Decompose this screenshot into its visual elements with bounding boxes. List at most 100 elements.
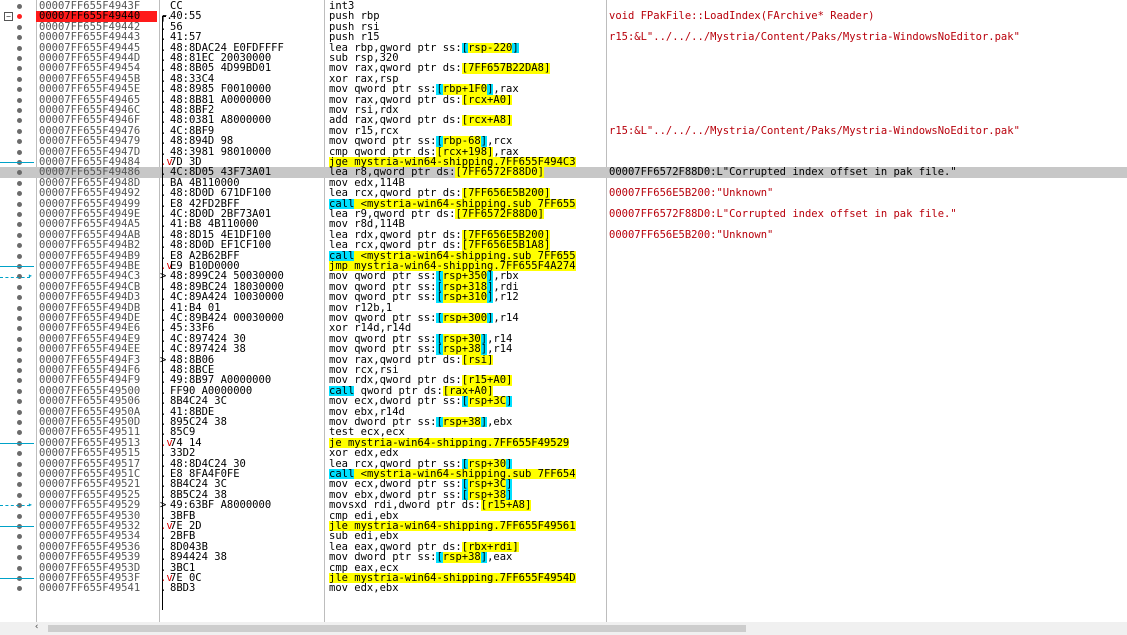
instruction[interactable]: lea eax,qword ptr ds:[rbx+rdi] <box>329 541 607 553</box>
line-dot-icon[interactable] <box>17 180 22 186</box>
line-dot-icon[interactable] <box>17 295 22 301</box>
line-dot-icon[interactable] <box>17 87 22 93</box>
instruction[interactable]: mov r15,rcx <box>329 126 607 136</box>
line-dot-icon[interactable] <box>17 399 22 405</box>
line-dot-icon[interactable] <box>17 420 22 425</box>
gutter[interactable] <box>0 386 36 396</box>
line-dot-icon[interactable] <box>17 544 22 550</box>
instruction[interactable]: call qword ptr ds:[rax+A0] <box>329 385 607 397</box>
instruction[interactable]: mov ecx,dword ptr ss:[rsp+3C] <box>329 479 607 490</box>
instruction[interactable]: mov qword ptr ss:[rsp+30],r14 <box>329 333 607 345</box>
line-dot-icon[interactable] <box>17 482 22 488</box>
instruction[interactable]: lea rcx,qword ptr ds:[7FF656E5B1A8] <box>329 240 607 251</box>
line-dot-icon[interactable] <box>17 316 22 321</box>
line-dot-icon[interactable] <box>17 430 22 436</box>
instruction[interactable]: mov r8d,114B <box>329 219 607 229</box>
line-dot-icon[interactable] <box>17 191 22 197</box>
gutter[interactable] <box>0 563 36 573</box>
instruction[interactable]: jge mystria-win64-shipping.7FF655F494C3 <box>329 157 607 168</box>
line-dot-icon[interactable] <box>17 368 22 373</box>
line-dot-icon[interactable] <box>17 76 22 82</box>
gutter[interactable] <box>0 74 36 84</box>
instruction[interactable]: test ecx,ecx <box>329 427 607 437</box>
line-dot-icon[interactable] <box>17 388 22 394</box>
line-dot-icon[interactable] <box>17 347 22 353</box>
line-dot-icon[interactable] <box>17 118 22 124</box>
gutter[interactable] <box>0 282 36 292</box>
gutter[interactable] <box>0 396 36 406</box>
instruction[interactable]: sub edi,ebx <box>329 531 607 541</box>
gutter[interactable] <box>0 417 36 427</box>
gutter[interactable] <box>0 313 36 323</box>
instruction[interactable]: sub rsp,320 <box>329 53 607 63</box>
gutter[interactable] <box>0 219 36 229</box>
horizontal-scrollbar[interactable]: ‹ <box>0 622 1127 635</box>
instruction[interactable]: cmp qword ptr ds:[rcx+198],rax <box>329 146 607 157</box>
gutter[interactable] <box>0 303 36 313</box>
line-dot-icon[interactable] <box>17 108 22 113</box>
disassembly-view[interactable]: 00007FF655F4943F CC int3−00007FF655F49440 ┌… <box>0 0 1127 622</box>
line-dot-icon[interactable] <box>17 128 22 134</box>
breakpoint-icon[interactable] <box>17 14 22 20</box>
instruction[interactable]: cmp edi,ebx <box>329 511 607 521</box>
gutter[interactable] <box>0 105 36 115</box>
line-dot-icon[interactable] <box>17 534 22 540</box>
gutter[interactable] <box>0 344 36 354</box>
instruction[interactable]: mov rsi,rdx <box>329 105 607 115</box>
instruction[interactable]: mov rdx,qword ptr ds:[r15+A0] <box>329 375 607 386</box>
line-dot-icon[interactable] <box>17 451 22 457</box>
instruction[interactable]: lea r8,qword ptr ds:[7FF6572F88D0] <box>329 167 607 178</box>
instruction[interactable]: mov dword ptr ss:[rsp+38],ebx <box>329 417 607 428</box>
gutter[interactable] <box>0 490 36 500</box>
gutter[interactable] <box>0 531 36 541</box>
line-dot-icon[interactable] <box>17 326 22 332</box>
gutter[interactable] <box>0 573 36 583</box>
instruction[interactable]: cmp eax,ecx <box>329 563 607 573</box>
line-dot-icon[interactable] <box>17 97 22 103</box>
instruction[interactable]: mov ebx,r14d <box>329 407 607 417</box>
gutter[interactable] <box>0 126 36 136</box>
line-dot-icon[interactable] <box>17 139 22 145</box>
instruction[interactable]: mov qword ptr ss:[rsp+350],rbx <box>329 271 607 282</box>
gutter[interactable] <box>0 261 36 271</box>
line-dot-icon[interactable] <box>17 243 22 249</box>
instruction[interactable]: mov r12b,1 <box>329 303 607 313</box>
line-dot-icon[interactable] <box>17 4 22 9</box>
line-dot-icon[interactable] <box>17 35 22 41</box>
line-dot-icon[interactable] <box>17 232 22 238</box>
instruction[interactable]: call <mystria-win64-shipping.sub_7FF655 <box>329 250 607 261</box>
line-dot-icon[interactable] <box>17 201 22 207</box>
instruction[interactable]: jle mystria-win64-shipping.7FF655F4954D <box>329 573 607 584</box>
scrollbar-thumb[interactable] <box>48 625 746 632</box>
gutter[interactable] <box>0 511 36 521</box>
instruction[interactable]: call <mystria-win64-shipping.sub_7FF654 <box>329 469 607 480</box>
line-dot-icon[interactable] <box>17 555 22 561</box>
instruction[interactable]: mov qword ptr ss:[rsp+300],r14 <box>329 313 607 324</box>
instruction[interactable]: mov rcx,rsi <box>329 365 607 375</box>
gutter[interactable] <box>0 448 36 458</box>
line-dot-icon[interactable] <box>17 492 22 498</box>
gutter[interactable] <box>0 157 36 167</box>
line-dot-icon[interactable] <box>17 212 22 217</box>
instruction[interactable]: call <mystria-win64-shipping.sub_7FF655 <box>329 198 607 209</box>
gutter[interactable] <box>0 53 36 63</box>
gutter[interactable] <box>0 167 36 177</box>
gutter[interactable] <box>0 542 36 552</box>
instruction[interactable]: add rax,qword ptr ds:[rcx+A8] <box>329 115 607 126</box>
gutter[interactable] <box>0 1 36 11</box>
gutter[interactable] <box>0 479 36 489</box>
address[interactable]: 00007FF655F49541 <box>36 583 157 594</box>
gutter[interactable] <box>0 209 36 219</box>
instruction[interactable]: lea rbp,qword ptr ss:[rsp-220] <box>329 42 607 53</box>
line-dot-icon[interactable] <box>17 170 22 176</box>
instruction[interactable]: mov qword ptr ss:[rsp+38],r14 <box>329 344 607 355</box>
line-dot-icon[interactable] <box>17 45 22 51</box>
gutter[interactable] <box>0 521 36 531</box>
instruction[interactable]: mov edx,114B <box>329 178 607 188</box>
instruction[interactable]: push rbp <box>329 11 607 21</box>
gutter[interactable] <box>0 188 36 198</box>
instruction[interactable]: je mystria-win64-shipping.7FF655F49529 <box>329 437 607 449</box>
scroll-left-icon[interactable]: ‹ <box>34 622 39 632</box>
instruction[interactable]: lea r9,qword ptr ds:[7FF6572F88D0] <box>329 209 607 220</box>
line-dot-icon[interactable] <box>17 253 22 259</box>
